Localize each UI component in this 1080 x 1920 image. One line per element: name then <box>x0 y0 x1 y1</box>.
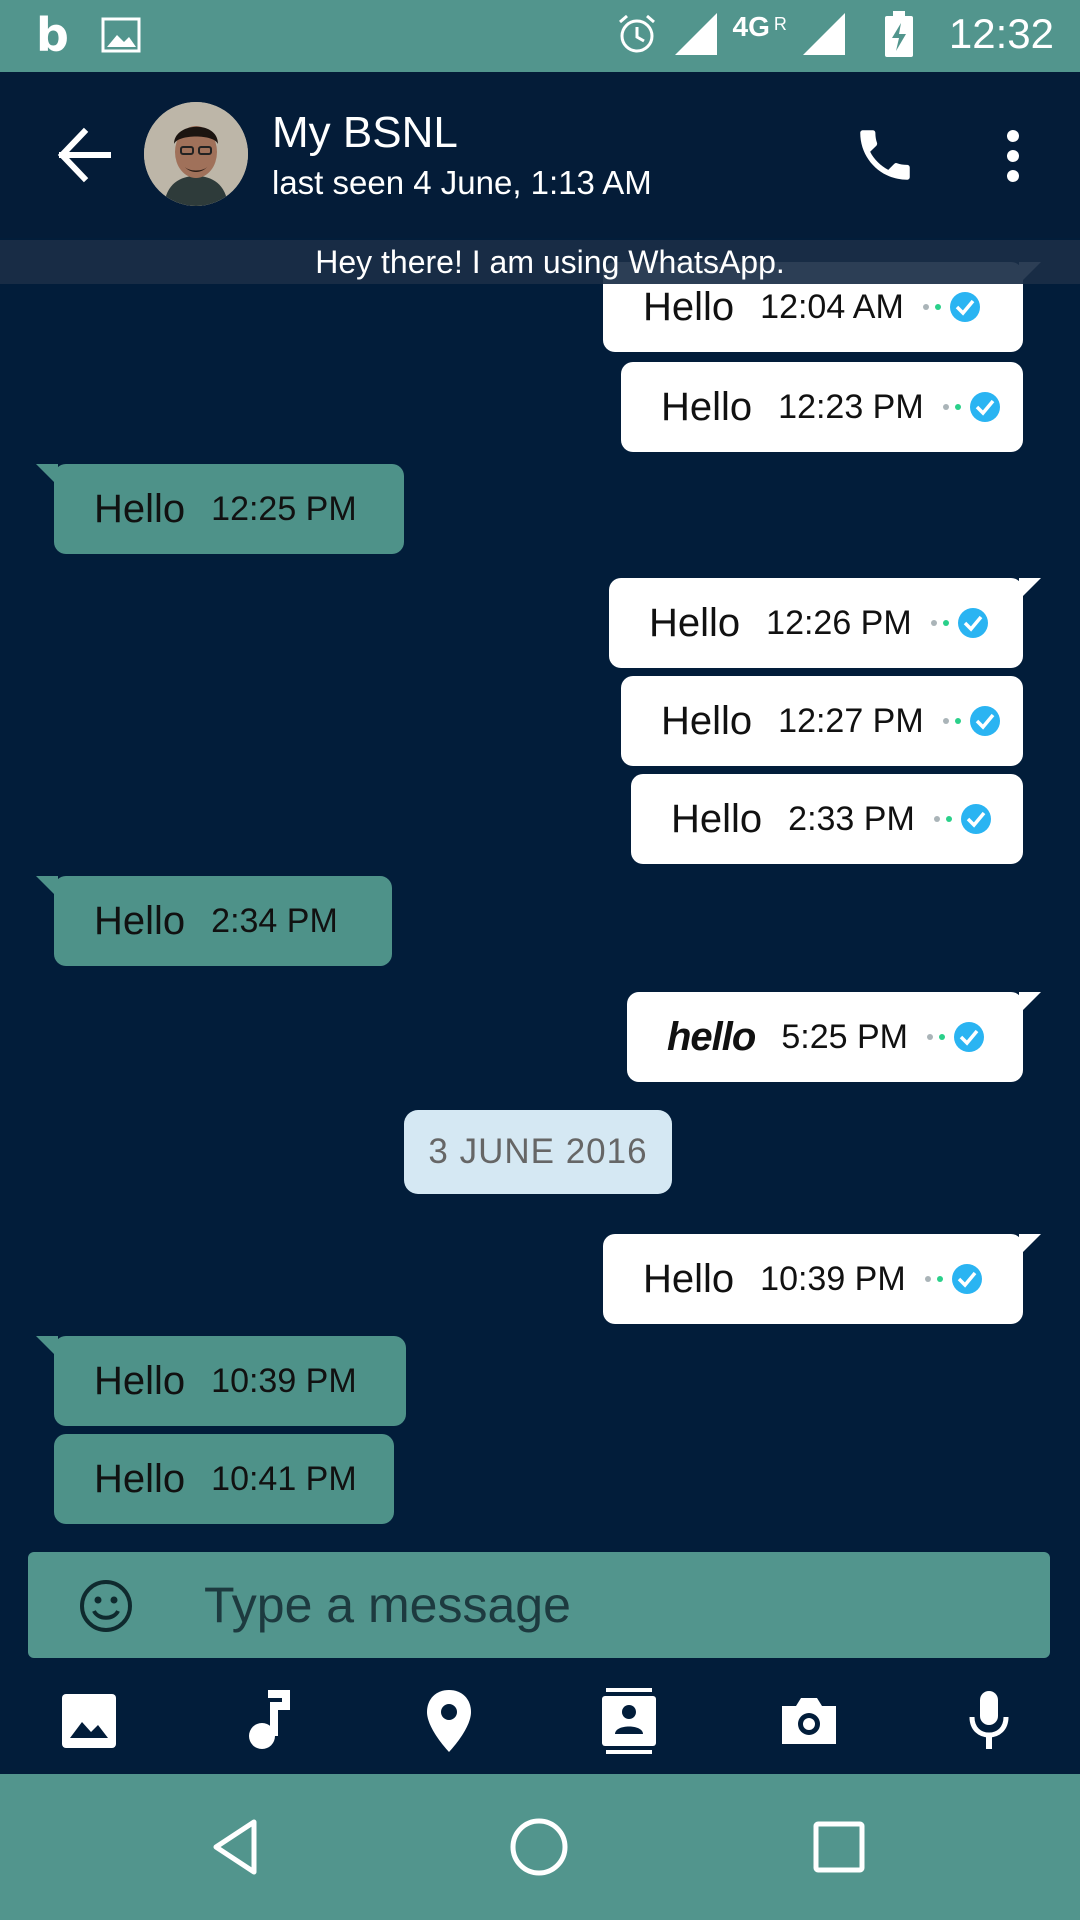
message-bubble-outgoing[interactable]: Hello 2:33 PM <box>631 774 1023 864</box>
message-input[interactable] <box>204 1564 1004 1646</box>
contact-name[interactable]: My BSNL <box>272 108 458 158</box>
message-bubble-outgoing[interactable]: Hello 12:26 PM <box>609 578 1041 668</box>
message-bubble-outgoing[interactable]: Hello 12:23 PM <box>621 362 1023 452</box>
system-nav-bar <box>0 1774 1080 1920</box>
message-bubble-incoming[interactable]: Hello 2:34 PM <box>36 876 392 966</box>
status-bar: b 4G R 12:32 <box>0 0 1080 72</box>
message-time: 10:41 PM <box>211 1459 357 1498</box>
message-text: Hello <box>643 1256 735 1301</box>
gallery-notification-icon <box>101 17 141 53</box>
message-time: 2:34 PM <box>211 901 338 940</box>
bubble-tail <box>1019 578 1041 600</box>
contact-icon[interactable] <box>596 1686 662 1756</box>
date-separator: 3 JUNE 2016 <box>404 1110 672 1194</box>
contact-avatar[interactable] <box>144 102 248 206</box>
mic-icon[interactable] <box>956 1686 1022 1756</box>
read-ticks-icon <box>933 804 991 834</box>
about-status-banner: Hey there! I am using WhatsApp. <box>0 240 1080 284</box>
message-time: 12:27 PM <box>778 701 924 740</box>
read-ticks-icon <box>922 292 980 322</box>
music-icon[interactable] <box>236 1686 302 1756</box>
message-text: hello <box>667 1014 756 1059</box>
bubble-tail <box>36 876 58 898</box>
alarm-icon <box>615 12 659 56</box>
date-separator-text: 3 JUNE 2016 <box>428 1132 648 1171</box>
message-list[interactable]: Hello 12:04 AM Hello 12:23 PM Hello 12:2… <box>0 240 1080 1540</box>
chat-header: My BSNL last seen 4 June, 1:13 AM <box>0 72 1080 238</box>
message-text: Hello <box>643 284 735 329</box>
b-notification-icon: b <box>36 8 69 62</box>
message-time: 10:39 PM <box>211 1361 357 1400</box>
message-text: Hello <box>94 486 186 531</box>
read-ticks-icon <box>930 608 988 638</box>
signal-icon <box>673 11 719 57</box>
gallery-icon[interactable] <box>56 1686 122 1756</box>
message-text: Hello <box>94 1456 186 1501</box>
status-time: 12:32 <box>948 10 1054 57</box>
message-bubble-incoming[interactable]: Hello 10:41 PM <box>54 1434 394 1524</box>
read-ticks-icon <box>924 1264 982 1294</box>
bubble-tail <box>36 464 58 486</box>
battery-charging-icon <box>884 11 913 57</box>
message-bubble-outgoing[interactable]: Hello 12:27 PM <box>621 676 1023 766</box>
message-time: 12:04 AM <box>760 287 904 326</box>
back-triangle-icon[interactable] <box>202 1812 272 1882</box>
message-bubble-outgoing[interactable]: Hello 10:39 PM <box>603 1234 1041 1324</box>
attachment-bar <box>0 1680 1080 1764</box>
message-text: Hello <box>94 898 186 943</box>
message-text: Hello <box>671 796 763 841</box>
message-bubble-outgoing[interactable]: hello 5:25 PM <box>627 992 1041 1082</box>
message-bubble-incoming[interactable]: Hello 12:25 PM <box>36 464 404 554</box>
message-bubble-incoming[interactable]: Hello 10:39 PM <box>36 1336 406 1426</box>
location-icon[interactable] <box>416 1686 482 1756</box>
message-time: 12:26 PM <box>766 603 912 642</box>
message-time: 12:25 PM <box>211 489 357 528</box>
message-text: Hello <box>661 384 753 429</box>
read-ticks-icon <box>942 706 1000 736</box>
phone-icon[interactable] <box>852 122 918 188</box>
message-text: Hello <box>661 698 753 743</box>
last-seen-status[interactable]: last seen 4 June, 1:13 AM <box>272 164 652 202</box>
network-type: 4G <box>732 11 770 42</box>
message-time: 12:23 PM <box>778 387 924 426</box>
message-time: 2:33 PM <box>788 799 915 838</box>
more-vertical-icon[interactable] <box>990 128 1036 184</box>
camera-icon[interactable] <box>776 1686 842 1756</box>
back-arrow-icon[interactable] <box>52 122 118 188</box>
bubble-tail <box>1019 992 1041 1014</box>
home-circle-icon[interactable] <box>504 1812 574 1882</box>
message-text: Hello <box>649 600 741 645</box>
message-time: 5:25 PM <box>781 1017 908 1056</box>
bubble-tail <box>36 1336 58 1358</box>
roaming-indicator: R <box>773 13 787 34</box>
about-text: Hey there! I am using WhatsApp. <box>315 244 785 280</box>
bubble-tail <box>1019 1234 1041 1256</box>
message-text: Hello <box>94 1358 186 1403</box>
read-ticks-icon <box>926 1022 984 1052</box>
message-time: 10:39 PM <box>760 1259 906 1298</box>
recents-square-icon[interactable] <box>804 1812 874 1882</box>
compose-bar <box>28 1552 1050 1658</box>
read-ticks-icon <box>942 392 1000 422</box>
signal-roaming-icon <box>801 11 847 57</box>
emoji-icon[interactable] <box>78 1578 134 1634</box>
